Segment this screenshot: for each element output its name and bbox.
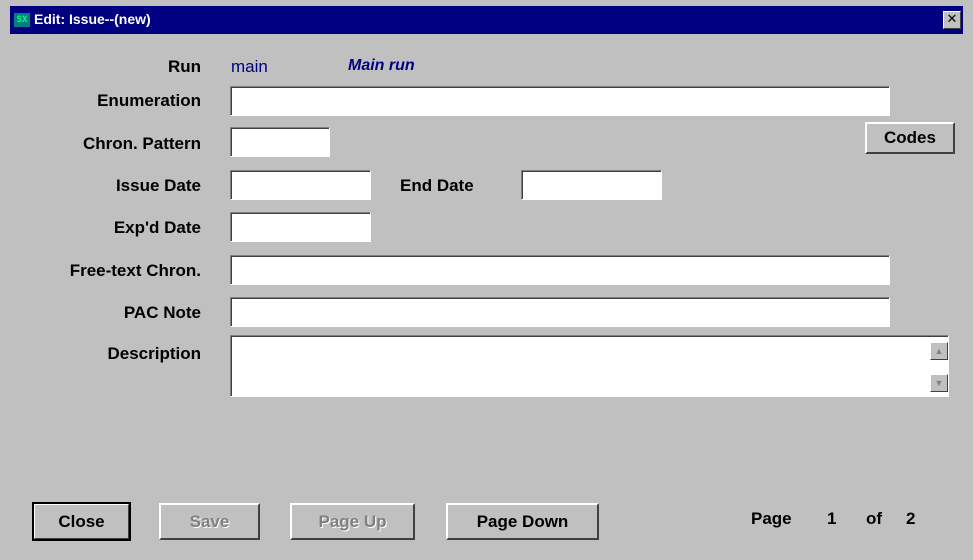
current-page: 1: [827, 509, 837, 528]
enumeration-input[interactable]: [231, 87, 889, 115]
chron-pattern-field[interactable]: [230, 127, 330, 157]
window-title: Edit: Issue--(new): [34, 11, 151, 27]
free-text-chron-label: Free-text Chron.: [69, 261, 201, 280]
close-window-button[interactable]: ✕: [943, 11, 961, 29]
enumeration-field[interactable]: [230, 86, 890, 116]
expd-date-label: Exp'd Date: [113, 218, 201, 237]
save-button[interactable]: Save: [159, 503, 260, 540]
pac-note-field[interactable]: [230, 297, 890, 327]
pac-note-label: PAC Note: [123, 303, 201, 322]
issue-date-field[interactable]: [230, 170, 371, 200]
title-bar[interactable]: SX Edit: Issue--(new) ✕: [10, 6, 963, 34]
chron-pattern-input[interactable]: [231, 128, 329, 156]
end-date-label: End Date: [400, 176, 474, 195]
description-textarea[interactable]: [231, 336, 930, 396]
free-text-chron-input[interactable]: [231, 256, 889, 284]
issue-date-input[interactable]: [231, 171, 370, 199]
page-label: Page: [751, 509, 792, 528]
description-label: Description: [107, 344, 201, 363]
description-field[interactable]: ▲ ▼: [230, 335, 949, 397]
chron-pattern-label: Chron. Pattern: [82, 134, 201, 153]
edit-issue-window: SX Edit: Issue--(new) ✕ Run main Main ru…: [0, 0, 973, 560]
pac-note-input[interactable]: [231, 298, 889, 326]
free-text-chron-field[interactable]: [230, 255, 890, 285]
expd-date-field[interactable]: [230, 212, 371, 242]
run-description: Main run: [348, 57, 415, 74]
end-date-field[interactable]: [521, 170, 662, 200]
run-value: main: [231, 57, 268, 76]
codes-button[interactable]: Codes: [865, 122, 955, 154]
end-date-input[interactable]: [522, 171, 661, 199]
description-scrollbar[interactable]: ▲ ▼: [930, 336, 948, 396]
app-icon: SX: [14, 13, 30, 27]
of-label: of: [866, 509, 883, 528]
expd-date-input[interactable]: [231, 213, 370, 241]
run-label: Run: [167, 57, 201, 76]
enumeration-label: Enumeration: [97, 91, 201, 110]
issue-date-label: Issue Date: [115, 176, 201, 195]
close-button[interactable]: Close: [32, 502, 131, 541]
total-pages: 2: [906, 509, 916, 528]
page-down-button[interactable]: Page Down: [446, 503, 599, 540]
page-up-button[interactable]: Page Up: [290, 503, 415, 540]
scroll-up-icon[interactable]: ▲: [930, 342, 948, 360]
scroll-down-icon[interactable]: ▼: [930, 374, 948, 392]
